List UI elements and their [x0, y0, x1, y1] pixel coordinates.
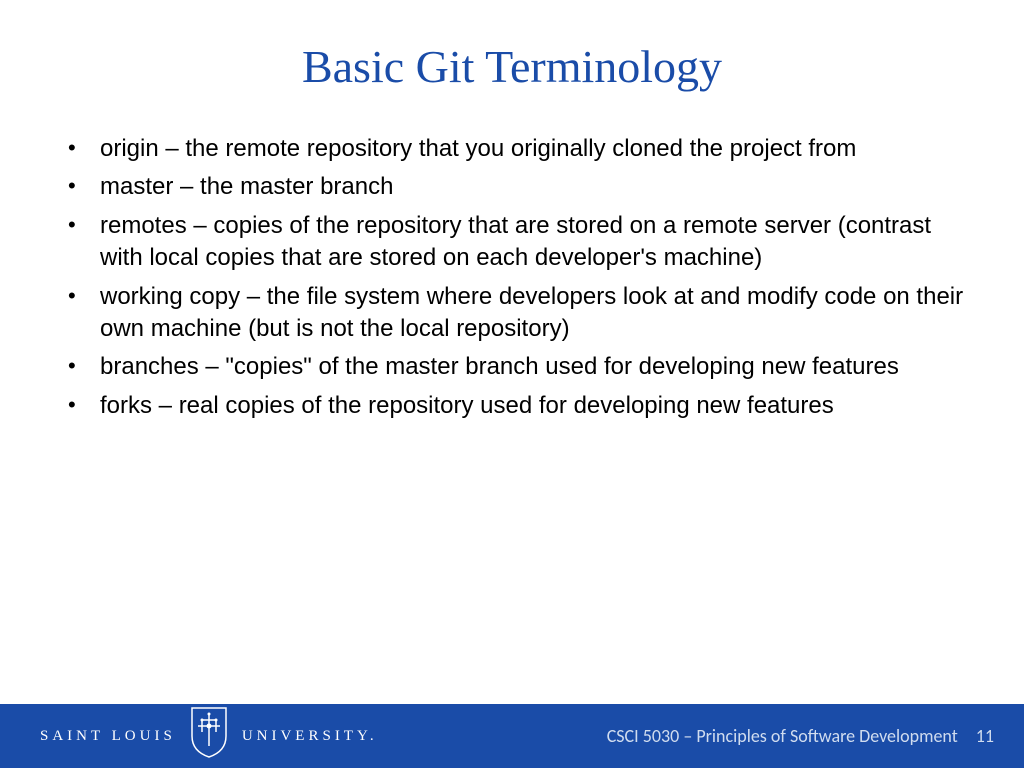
- university-logo: SAINT LOUIS UNIVERSITY.: [40, 714, 378, 758]
- page-number: 11: [976, 725, 994, 747]
- logo-text-right: UNIVERSITY.: [242, 728, 378, 745]
- bullet-list: origin – the remote repository that you …: [60, 133, 964, 422]
- course-label: CSCI 5030 – Principles of Software Devel…: [607, 725, 958, 747]
- logo-text-left: SAINT LOUIS: [40, 728, 176, 745]
- list-item: branches – "copies" of the master branch…: [60, 351, 964, 383]
- slide-content: origin – the remote repository that you …: [0, 133, 1024, 704]
- list-item: forks – real copies of the repository us…: [60, 390, 964, 422]
- list-item: master – the master branch: [60, 171, 964, 203]
- shield-icon: [188, 706, 230, 758]
- list-item: origin – the remote repository that you …: [60, 133, 964, 165]
- slide-title: Basic Git Terminology: [0, 40, 1024, 93]
- slide-footer: SAINT LOUIS UNIVERSITY. CSCI 5030 – Prin…: [0, 704, 1024, 768]
- list-item: working copy – the file system where dev…: [60, 281, 964, 346]
- slide: Basic Git Terminology origin – the remot…: [0, 0, 1024, 768]
- footer-right: CSCI 5030 – Principles of Software Devel…: [607, 725, 994, 747]
- list-item: remotes – copies of the repository that …: [60, 210, 964, 275]
